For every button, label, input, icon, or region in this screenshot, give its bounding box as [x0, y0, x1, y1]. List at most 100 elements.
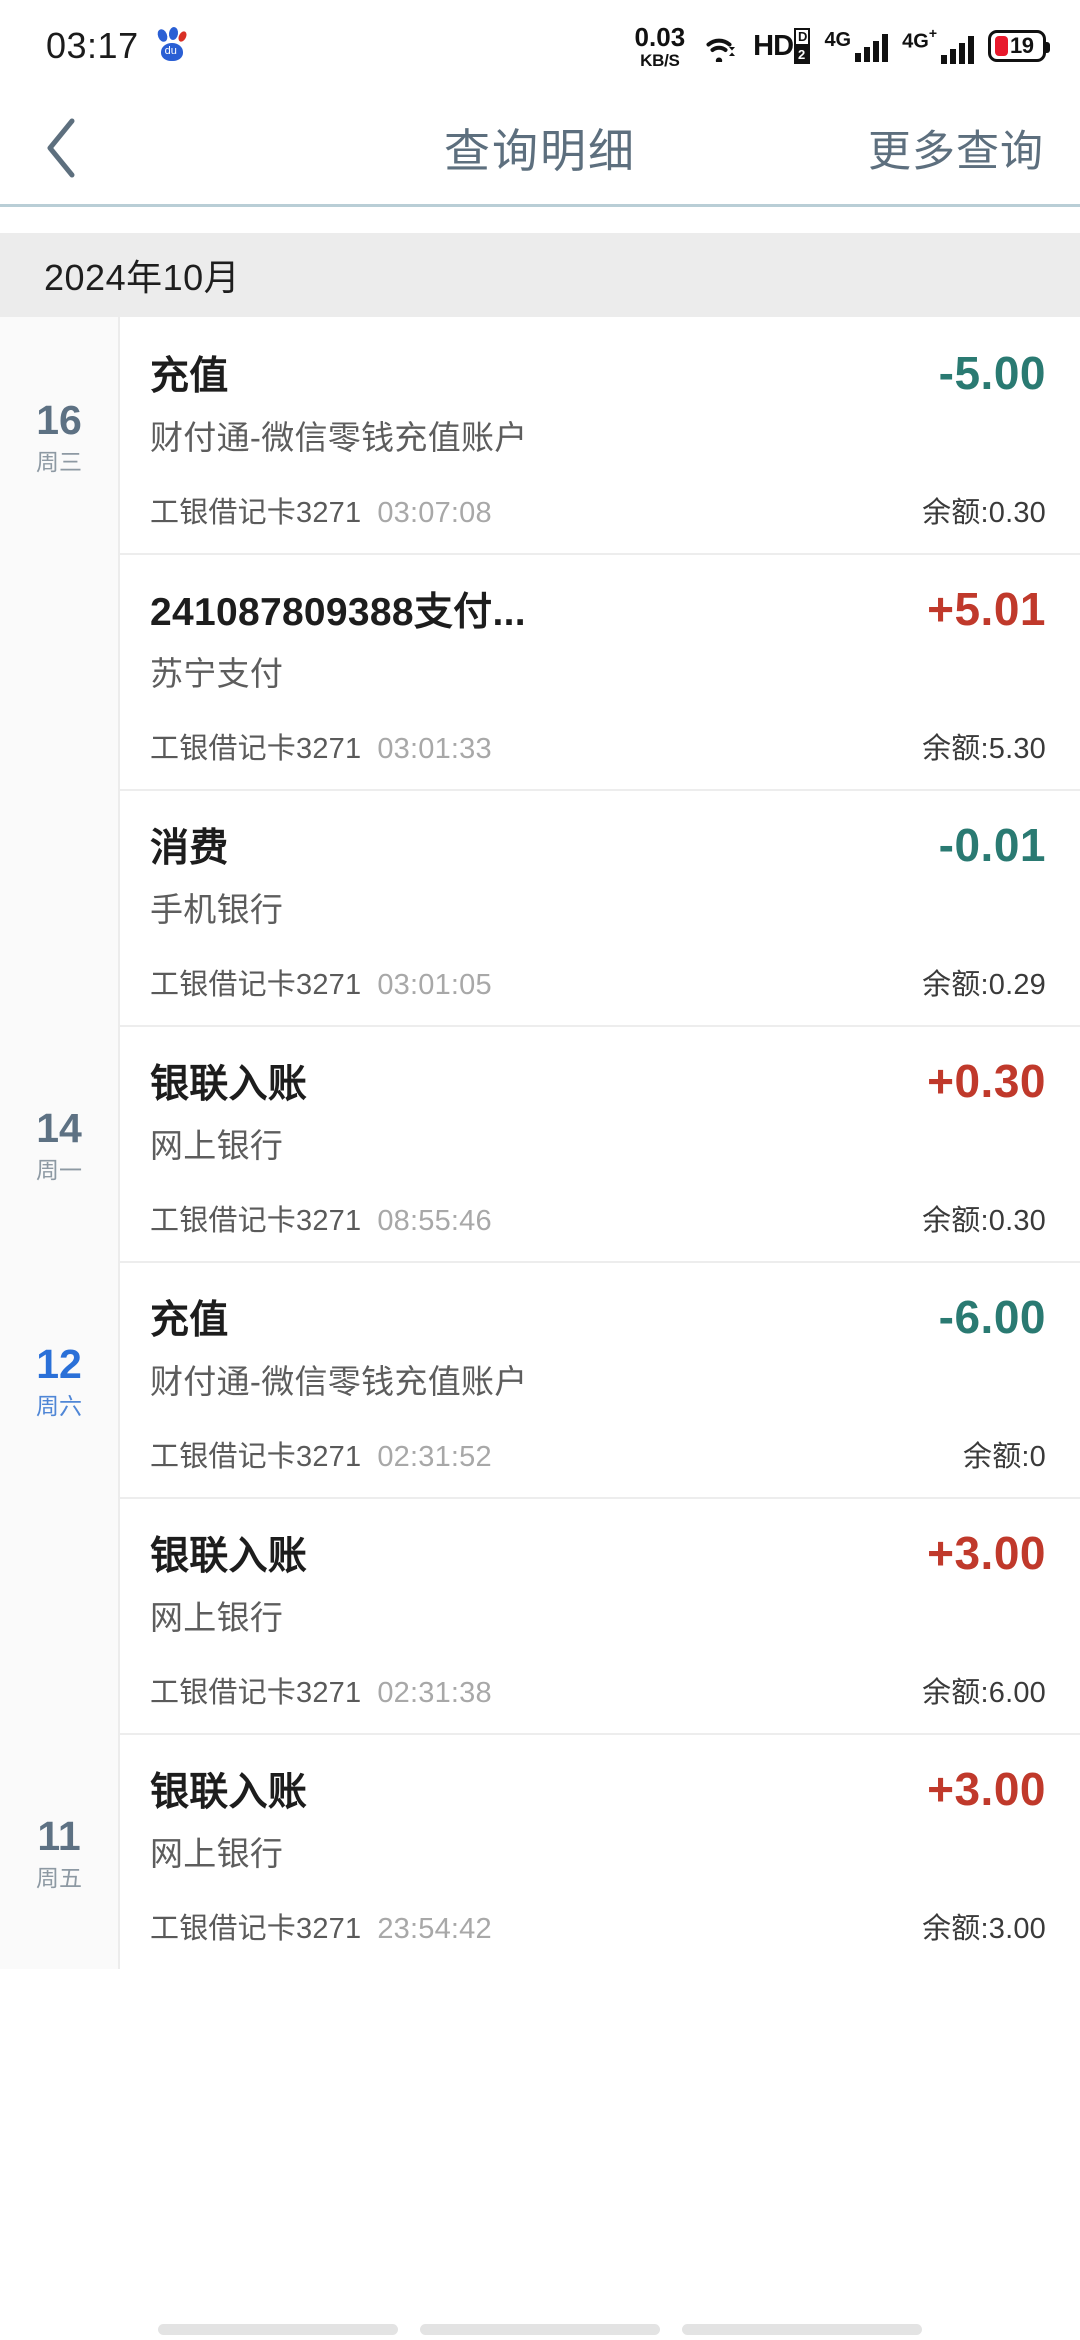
- transaction-meta-line: 工银借记卡3271 03:07:08 余额:0.30: [150, 489, 1046, 531]
- transaction-date-cell: [0, 553, 120, 789]
- transaction-time: 08:55:46: [377, 1205, 492, 1237]
- transaction-date-cell: 11 周五: [0, 1733, 120, 1969]
- transaction-primary-line: 充值 -5.00: [150, 345, 1046, 401]
- transaction-meta-line: 工银借记卡3271 23:54:42 余额:3.00: [150, 1905, 1046, 1947]
- back-chevron-icon: [40, 115, 84, 181]
- transaction-title: 银联入账: [150, 1535, 308, 1578]
- table-row[interactable]: 16 周三 充值 -5.00 财付通-微信零钱充值账户工银借记卡3271 03:07:08…: [0, 317, 1080, 553]
- transaction-primary-line: 消费 -0.01: [150, 817, 1046, 873]
- transaction-primary-line: 充值 -6.00: [150, 1289, 1046, 1345]
- transaction-card: 工银借记卡3271: [150, 733, 362, 765]
- month-section-header: 2024年10月: [0, 233, 1080, 317]
- more-query-button[interactable]: 更多查询: [868, 117, 1044, 179]
- table-row[interactable]: 消费 -0.01 手机银行工银借记卡3271 03:01:05 余额:0.29: [0, 789, 1080, 1025]
- transaction-date-cell: [0, 1497, 120, 1733]
- transaction-card-time: 工银借记卡3271 02:31:38: [150, 1669, 492, 1711]
- transaction-primary-line: 银联入账 +0.30: [150, 1053, 1046, 1109]
- gesture-nav-bar: [0, 2318, 1080, 2340]
- transaction-amount: -0.01: [938, 819, 1046, 871]
- hd-sim-box: D 2: [794, 28, 811, 64]
- transaction-meta-line: 工银借记卡3271 02:31:52 余额:0: [150, 1433, 1046, 1475]
- transaction-time: 23:54:42: [377, 1913, 492, 1945]
- transaction-date-cell: 12 周六: [0, 1261, 120, 1497]
- transaction-card: 工银借记卡3271: [150, 969, 362, 1001]
- nav-segment-back[interactable]: [682, 2323, 922, 2335]
- status-bar-left: 03:17: [46, 25, 189, 67]
- sim1-signal-indicator: 4G: [824, 30, 889, 62]
- transaction-card-time: 工银借记卡3271 03:07:08: [150, 489, 492, 531]
- status-bar-clock: 03:17: [46, 25, 139, 66]
- battery-fill: [995, 36, 1008, 56]
- transaction-title: 银联入账: [150, 1063, 308, 1106]
- table-row[interactable]: 241087809388支付... +5.01 苏宁支付工银借记卡3271 03:01…: [0, 553, 1080, 789]
- transaction-counterparty: 苏宁支付: [150, 655, 284, 692]
- transaction-balance: 余额:6.00: [922, 1677, 1046, 1709]
- transaction-card: 工银借记卡3271: [150, 497, 362, 529]
- transaction-list[interactable]: 16 周三 充值 -5.00 财付通-微信零钱充值账户 工银借记卡3271 03:07:08…: [0, 317, 1080, 1969]
- hd-label: HD: [753, 29, 794, 62]
- sim2-signal-indicator: 4G+: [902, 25, 974, 64]
- transaction-time: 03:07:08: [377, 497, 492, 529]
- transaction-day-number: 16: [36, 397, 82, 443]
- nav-segment-home[interactable]: [420, 2323, 660, 2335]
- transaction-details: 银联入账 +3.00 网上银行工银借记卡3271 02:31:38 余额:6.00: [120, 1497, 1080, 1733]
- table-row[interactable]: 11 周五 银联入账 +3.00 网上银行 工银借记卡3271 23:54:42 余额:3.0…: [0, 1733, 1080, 1969]
- transaction-date-cell: 16 周三: [0, 317, 120, 553]
- transaction-time: 02:31:38: [377, 1677, 492, 1709]
- transaction-weekday: 周三: [36, 449, 82, 475]
- transaction-card-time: 工银借记卡3271 23:54:42: [150, 1905, 492, 1947]
- transaction-day-number: 11: [37, 1813, 81, 1859]
- table-row[interactable]: 14 周一 银联入账 +0.30 网上银行 工银借记卡3271 08:55:46 余额:0.3…: [0, 1025, 1080, 1261]
- transaction-amount: +0.30: [927, 1055, 1046, 1107]
- month-label: 2024年10月: [44, 257, 241, 298]
- transaction-balance: 余额:5.30: [922, 733, 1046, 765]
- baidu-paw-icon: [155, 26, 189, 63]
- transaction-counterparty: 财付通-微信零钱充值账户: [150, 419, 528, 456]
- transaction-title: 充值: [150, 355, 229, 398]
- transaction-balance: 余额:0.29: [922, 969, 1046, 1001]
- transaction-time: 02:31:52: [377, 1441, 492, 1473]
- back-button[interactable]: [40, 113, 110, 183]
- transaction-card-time: 工银借记卡3271 03:01:33: [150, 725, 492, 767]
- battery-icon: 19: [988, 30, 1050, 62]
- transaction-weekday: 周六: [36, 1393, 82, 1419]
- transaction-amount: +3.00: [927, 1527, 1046, 1579]
- transaction-primary-line: 银联入账 +3.00: [150, 1525, 1046, 1581]
- sim2-signal-bars-icon: [941, 34, 974, 64]
- table-row[interactable]: 银联入账 +3.00 网上银行工银借记卡3271 02:31:38 余额:6.00: [0, 1497, 1080, 1733]
- hd-sim-top: D: [794, 28, 811, 46]
- transaction-counterparty: 手机银行: [150, 891, 284, 928]
- transaction-card-time: 工银借记卡3271 08:55:46: [150, 1197, 492, 1239]
- transaction-day-number: 14: [36, 1105, 82, 1151]
- transaction-meta-line: 工银借记卡3271 02:31:38 余额:6.00: [150, 1669, 1046, 1711]
- transaction-day-number: 12: [36, 1341, 82, 1387]
- transaction-balance: 余额:0: [963, 1441, 1046, 1473]
- network-speed-indicator: 0.03 KB/S: [635, 24, 686, 69]
- transaction-card: 工银借记卡3271: [150, 1205, 362, 1237]
- transaction-card: 工银借记卡3271: [150, 1441, 362, 1473]
- sim1-signal-bars-icon: [855, 32, 889, 62]
- transaction-weekday: 周五: [36, 1865, 82, 1891]
- transaction-meta-line: 工银借记卡3271 03:01:05 余额:0.29: [150, 961, 1046, 1003]
- transaction-date-cell: 14 周一: [0, 1025, 120, 1261]
- transaction-weekday: 周一: [36, 1157, 82, 1183]
- transaction-card: 工银借记卡3271: [150, 1913, 362, 1945]
- transaction-amount: +3.00: [927, 1763, 1046, 1815]
- transaction-primary-line: 241087809388支付... +5.01: [150, 581, 1046, 637]
- transaction-details: 充值 -5.00 财付通-微信零钱充值账户 工银借记卡3271 03:07:08 余额:0…: [120, 317, 1080, 553]
- sim2-network-label: 4G+: [902, 25, 937, 53]
- battery-level-label: 19: [1010, 33, 1034, 58]
- network-speed-value: 0.03: [634, 21, 686, 52]
- transaction-title: 消费: [150, 827, 229, 870]
- transaction-counterparty: 网上银行: [150, 1835, 284, 1872]
- transaction-counterparty: 财付通-微信零钱充值账户: [150, 1363, 528, 1400]
- header-spacer: [0, 207, 1080, 233]
- transaction-time: 03:01:05: [377, 969, 492, 1001]
- nav-segment-recents[interactable]: [158, 2323, 398, 2335]
- transaction-meta-line: 工银借记卡3271 03:01:33 余额:5.30: [150, 725, 1046, 767]
- transaction-details: 消费 -0.01 手机银行工银借记卡3271 03:01:05 余额:0.29: [120, 789, 1080, 1025]
- transaction-details: 241087809388支付... +5.01 苏宁支付工银借记卡3271 03:01…: [120, 553, 1080, 789]
- table-row[interactable]: 12 周六 充值 -6.00 财付通-微信零钱充值账户工银借记卡3271 02:31:52…: [0, 1261, 1080, 1497]
- status-bar-right: 0.03 KB/S HD D 2 4G 4G+ 19: [635, 24, 1050, 69]
- transaction-counterparty: 网上银行: [150, 1599, 284, 1636]
